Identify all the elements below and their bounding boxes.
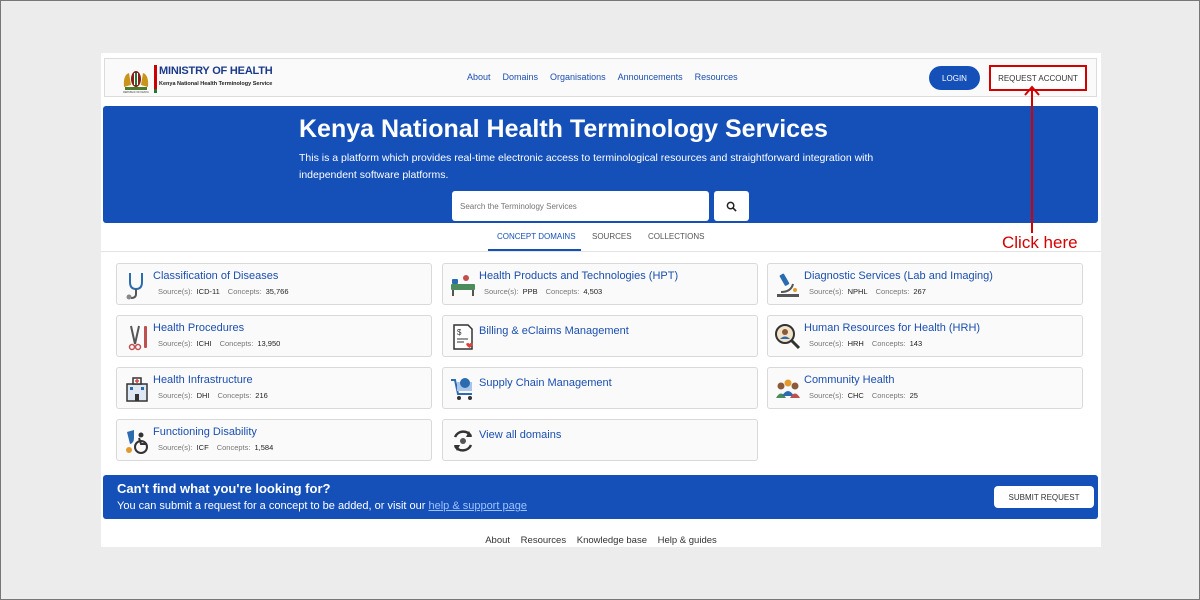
card-title: Health Products and Technologies (HPT) <box>479 270 679 282</box>
domain-card-health-infrastructure[interactable]: Health Infrastructure Source(s): DHI Conce… <box>116 367 432 409</box>
card-meta: Source(s): ICF Concepts: 1,584 <box>158 443 274 452</box>
invoice-icon: $ <box>453 324 473 350</box>
logo-bar-green <box>154 89 157 93</box>
hospital-building-icon <box>126 377 148 402</box>
top-navbar: REPUBLIC OF KENYA MINISTRY OF HEALTH Ken… <box>104 58 1097 97</box>
nav-domains[interactable]: Domains <box>503 72 539 82</box>
card-title: Billing & eClaims Management <box>479 325 629 337</box>
screenshot-frame: REPUBLIC OF KENYA MINISTRY OF HEALTH Ken… <box>0 0 1200 600</box>
hero-description: This is a platform which provides real-t… <box>299 152 874 181</box>
card-meta: Source(s): NPHL Concepts: 267 <box>809 287 926 296</box>
card-meta: Source(s): DHI Concepts: 216 <box>158 391 268 400</box>
hospital-bed-icon <box>451 275 475 296</box>
submit-request-button[interactable]: SUBMIT REQUEST <box>994 486 1094 508</box>
domain-card-community-health[interactable]: Community Health Source(s): CHC Concepts: 2… <box>767 367 1083 409</box>
banner-heading: Can't find what you're looking for? <box>117 481 331 496</box>
microscope-icon <box>777 273 799 297</box>
card-title: Health Infrastructure <box>153 374 253 386</box>
search-icon <box>726 201 737 212</box>
hero-banner: Kenya National Health Terminology Servic… <box>103 106 1098 223</box>
view-all-domains-card[interactable]: View all domains <box>442 419 758 461</box>
tab-concept-domains[interactable]: CONCEPT DOMAINS <box>497 232 576 241</box>
request-banner: Can't find what you're looking for? You … <box>103 475 1098 519</box>
domain-card-billing-eclaims[interactable]: $ Billing & eClaims Management <box>442 315 758 357</box>
surgical-tools-icon <box>128 325 147 351</box>
banner-text: You can submit a request for a concept t… <box>117 500 527 512</box>
card-title: Supply Chain Management <box>479 377 612 389</box>
card-title: Diagnostic Services (Lab and Imaging) <box>804 270 993 282</box>
svg-text:$: $ <box>457 328 462 337</box>
page: REPUBLIC OF KENYA MINISTRY OF HEALTH Ken… <box>101 53 1101 547</box>
domain-card-diagnostic-services[interactable]: Diagnostic Services (Lab and Imaging) So… <box>767 263 1083 305</box>
shopping-cart-icon <box>451 378 472 400</box>
card-title: Classification of Diseases <box>153 270 279 282</box>
domain-card-functioning-disability[interactable]: Functioning Disability Source(s): ICF Conc… <box>116 419 432 461</box>
nav-announcements[interactable]: Announcements <box>618 72 683 82</box>
card-meta: Source(s): CHC Concepts: 25 <box>809 391 918 400</box>
domain-card-supply-chain[interactable]: Supply Chain Management <box>442 367 758 409</box>
logo-bar-red <box>154 65 157 89</box>
hero-title: Kenya National Health Terminology Servic… <box>299 115 828 143</box>
community-icon <box>776 379 800 398</box>
logo-subtitle: Kenya National Health Terminology Servic… <box>159 81 273 87</box>
footer-links: About Resources Knowledge base Help & gu… <box>101 535 1101 546</box>
stethoscope-icon <box>126 273 143 300</box>
ministry-logo[interactable]: REPUBLIC OF KENYA MINISTRY OF HEALTH Ken… <box>121 65 281 93</box>
card-title: View all domains <box>479 429 562 441</box>
domain-card-hrh[interactable]: Human Resources for Health (HRH) Source(… <box>767 315 1083 357</box>
annotation-arrow-icon <box>1024 85 1040 233</box>
card-meta: Source(s): PPB Concepts: 4,503 <box>484 287 603 296</box>
card-meta: Source(s): HRH Concepts: 143 <box>809 339 923 348</box>
footer-help-guides[interactable]: Help & guides <box>658 535 717 546</box>
active-tab-indicator <box>488 249 581 251</box>
help-support-link[interactable]: help & support page <box>428 500 526 512</box>
card-title: Functioning Disability <box>153 426 257 438</box>
main-nav: About Domains Organisations Announcement… <box>467 72 738 82</box>
card-title: Health Procedures <box>153 322 245 334</box>
footer-knowledge-base[interactable]: Knowledge base <box>577 535 647 546</box>
svg-text:REPUBLIC OF KENYA: REPUBLIC OF KENYA <box>123 91 149 93</box>
footer-about[interactable]: About <box>485 535 510 546</box>
card-title: Community Health <box>804 374 895 386</box>
domain-card-hpt[interactable]: Health Products and Technologies (HPT) S… <box>442 263 758 305</box>
domain-card-classification-of-diseases[interactable]: Classification of Diseases Source(s): ICD… <box>116 263 432 305</box>
card-title: Human Resources for Health (HRH) <box>804 322 981 334</box>
tab-sources[interactable]: SOURCES <box>592 232 632 241</box>
coat-of-arms-icon: REPUBLIC OF KENYA <box>123 71 149 93</box>
footer-resources[interactable]: Resources <box>521 535 566 546</box>
login-button[interactable]: LOGIN <box>929 66 980 90</box>
nav-resources[interactable]: Resources <box>695 72 738 82</box>
refresh-icon <box>453 430 473 452</box>
logo-title: MINISTRY OF HEALTH <box>159 65 273 77</box>
search-button[interactable] <box>714 191 749 221</box>
wheelchair-icon <box>126 430 148 454</box>
domain-tabs: CONCEPT DOMAINS SOURCES COLLECTIONS <box>101 225 1101 252</box>
search-input[interactable] <box>452 191 709 221</box>
nav-about[interactable]: About <box>467 72 491 82</box>
nav-organisations[interactable]: Organisations <box>550 72 606 82</box>
click-here-annotation: Click here <box>1002 233 1078 252</box>
tab-collections[interactable]: COLLECTIONS <box>648 232 704 241</box>
card-meta: Source(s): ICD-11 Concepts: 35,766 <box>158 287 289 296</box>
card-meta: Source(s): ICHI Concepts: 13,950 <box>158 339 281 348</box>
domain-card-health-procedures[interactable]: Health Procedures Source(s): ICHI Concepts… <box>116 315 432 357</box>
hr-search-icon <box>775 324 801 350</box>
